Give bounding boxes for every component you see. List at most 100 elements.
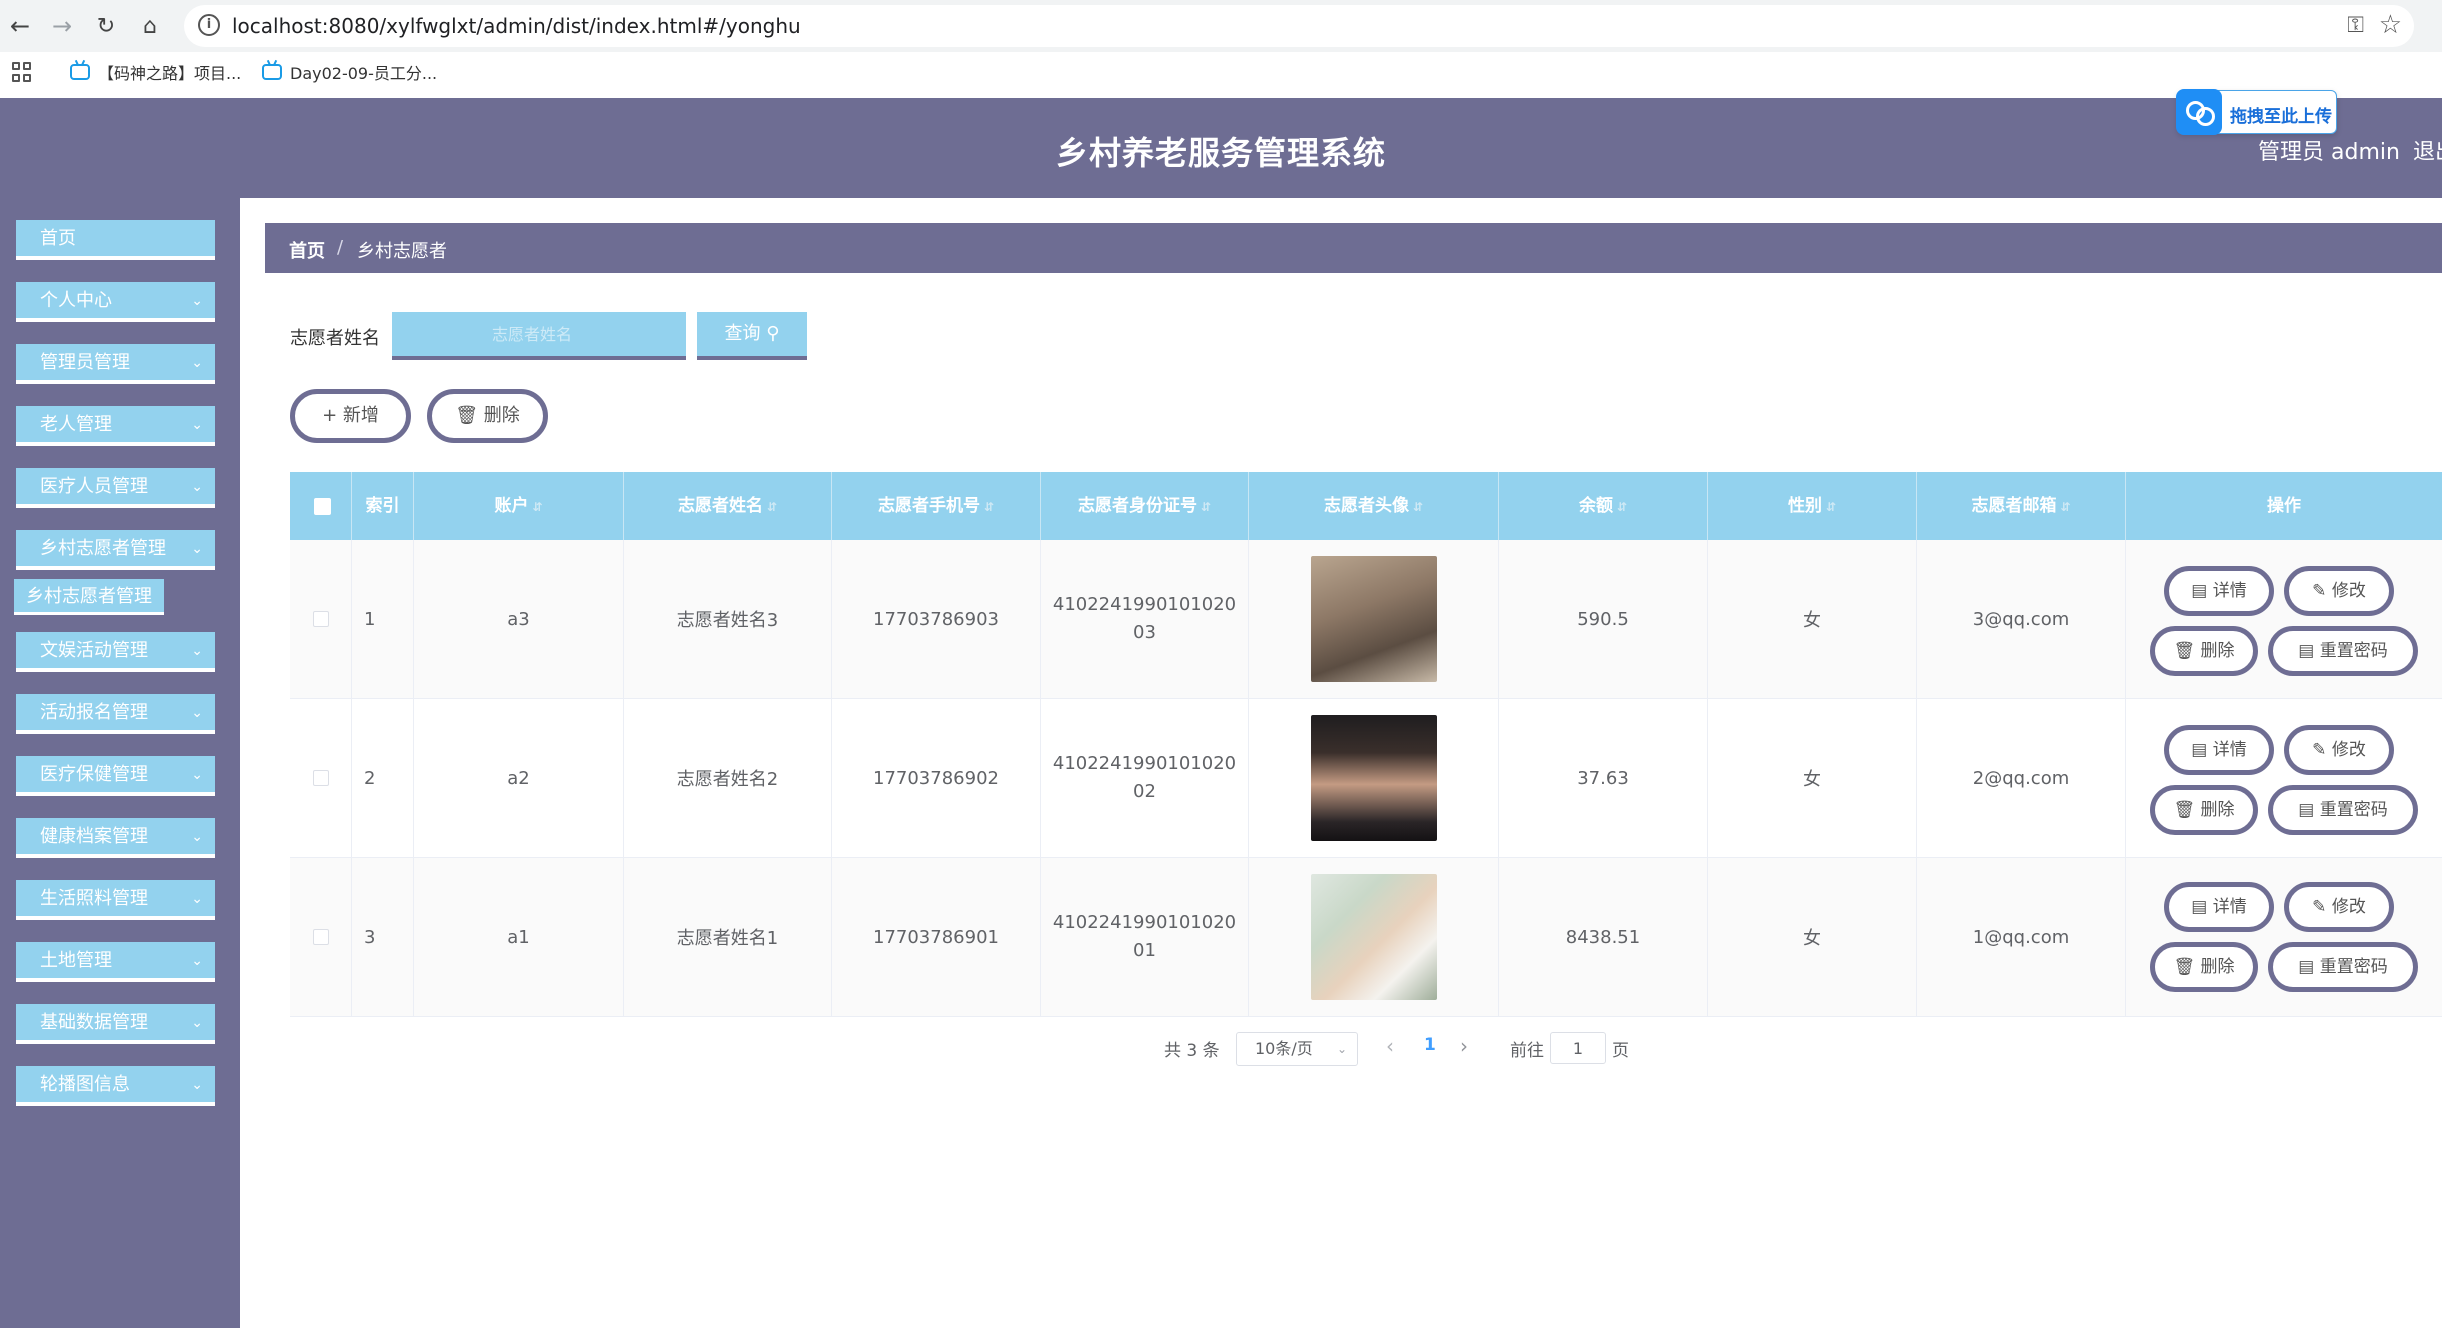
sidebar-item-land[interactable]: 土地管理 ⌄	[16, 942, 215, 982]
sort-icon[interactable]: ⇵	[984, 500, 994, 514]
document-icon: ▤	[2298, 957, 2315, 977]
add-button[interactable]: + 新增	[290, 389, 411, 443]
delete-button[interactable]: 🗑 删除	[427, 389, 548, 443]
bilibili-icon	[70, 64, 90, 80]
cell-id-card: 410224199010102003	[1041, 540, 1249, 698]
detail-button[interactable]: ▤ 详情	[2164, 725, 2274, 775]
sidebar-item-registrations[interactable]: 活动报名管理 ⌄	[16, 694, 215, 734]
sidebar-item-elders[interactable]: 老人管理 ⌄	[16, 406, 215, 446]
column-header[interactable]: 余额 ⇵	[1499, 472, 1708, 540]
cell-avatar	[1249, 699, 1499, 857]
sidebar-item-volunteers[interactable]: 乡村志愿者管理 ⌄	[16, 530, 215, 570]
apps-grid-icon[interactable]	[12, 62, 32, 82]
column-header[interactable]: 志愿者邮箱 ⇵	[1917, 472, 2126, 540]
back-icon[interactable]: ←	[2, 8, 38, 44]
address-bar[interactable]: i localhost:8080/xylfwglxt/admin/dist/in…	[184, 5, 2414, 47]
sidebar-item-activities[interactable]: 文娱活动管理 ⌄	[16, 632, 215, 672]
sidebar-item-label: 活动报名管理	[40, 702, 148, 723]
key-icon[interactable]: ⚿	[2347, 13, 2364, 38]
cell-email: 3@qq.com	[1917, 540, 2126, 698]
next-page-icon[interactable]: ›	[1460, 1034, 1468, 1058]
sidebar-item-home[interactable]: 首页	[16, 220, 215, 260]
search-button[interactable]: 查询 ⚲	[697, 312, 807, 360]
row-select[interactable]	[290, 699, 352, 857]
id-card-text: 410224199010102003	[1052, 594, 1237, 643]
bookmark-item-1[interactable]: 【码神之路】项目...	[70, 60, 241, 84]
sidebar-item-base-data[interactable]: 基础数据管理 ⌄	[16, 1004, 215, 1044]
trash-icon: 🗑	[455, 405, 479, 426]
chevron-down-icon: ⌄	[191, 829, 203, 845]
site-info-icon[interactable]: i	[198, 14, 220, 36]
row-checkbox[interactable]	[312, 611, 329, 627]
row-select[interactable]	[290, 858, 352, 1016]
add-button-label: 新增	[342, 405, 379, 426]
column-header[interactable]: 志愿者头像 ⇵	[1249, 472, 1499, 540]
row-delete-button[interactable]: 🗑 删除	[2150, 942, 2258, 992]
forward-icon[interactable]: →	[44, 8, 80, 44]
sort-icon[interactable]: ⇵	[532, 500, 542, 514]
upload-drop-badge[interactable]: 拖拽至此上传	[2176, 89, 2337, 135]
home-icon[interactable]: ⌂	[132, 8, 168, 44]
row-delete-button[interactable]: 🗑 删除	[2150, 785, 2258, 835]
goto-page-input[interactable]	[1550, 1032, 1606, 1064]
sidebar-item-life-care[interactable]: 生活照料管理 ⌄	[16, 880, 215, 920]
goto-label: 前往	[1510, 1041, 1544, 1061]
logout-link[interactable]: 退出	[2413, 134, 2442, 166]
sidebar-item-healthcare[interactable]: 医疗保健管理 ⌄	[16, 756, 215, 796]
reset-password-button[interactable]: ▤ 重置密码	[2268, 942, 2418, 992]
app-header: 乡村养老服务管理系统 管理员 admin 退出	[0, 98, 2442, 198]
cell-balance: 37.63	[1499, 699, 1708, 857]
cell-actions: ▤ 详情 ✎ 修改 🗑 删除 ▤ 重置密码	[2126, 699, 2426, 857]
page-size-value: 10条/页	[1255, 1039, 1313, 1058]
cell-actions: ▤ 详情 ✎ 修改 🗑 删除 ▤ 重置密码	[2126, 540, 2426, 698]
select-all-checkbox[interactable]	[314, 498, 331, 515]
edit-button[interactable]: ✎ 修改	[2284, 566, 2394, 616]
goto-unit-label: 页	[1612, 1041, 1629, 1061]
sidebar-item-profile[interactable]: 个人中心 ⌄	[16, 282, 215, 322]
bookmark-item-2[interactable]: Day02-09-员工分...	[262, 60, 437, 84]
bookmark-star-icon[interactable]: ☆	[2379, 10, 2402, 40]
row-checkbox[interactable]	[312, 770, 329, 786]
detail-button[interactable]: ▤ 详情	[2164, 882, 2274, 932]
column-header[interactable]: 志愿者身份证号 ⇵	[1041, 472, 1249, 540]
edit-button[interactable]: ✎ 修改	[2284, 882, 2394, 932]
sort-icon[interactable]: ⇵	[2060, 500, 2070, 514]
sort-icon[interactable]: ⇵	[1413, 500, 1423, 514]
cell-gender: 女	[1708, 540, 1917, 698]
sidebar-subitem-volunteers[interactable]: 乡村志愿者管理	[14, 579, 164, 615]
cell-name: 志愿者姓名2	[624, 699, 832, 857]
sidebar-item-admins[interactable]: 管理员管理 ⌄	[16, 344, 215, 384]
reload-icon[interactable]: ↻	[88, 8, 124, 44]
pencil-icon: ✎	[2312, 581, 2327, 601]
row-select[interactable]	[290, 540, 352, 698]
column-header[interactable]: 性别 ⇵	[1708, 472, 1917, 540]
sidebar-item-medical-staff[interactable]: 医疗人员管理 ⌄	[16, 468, 215, 508]
row-delete-button[interactable]: 🗑 删除	[2150, 626, 2258, 676]
prev-page-icon[interactable]: ‹	[1386, 1034, 1394, 1058]
page-number-current[interactable]: 1	[1424, 1035, 1436, 1055]
detail-button[interactable]: ▤ 详情	[2164, 566, 2274, 616]
sort-icon[interactable]: ⇵	[767, 500, 777, 514]
column-header: 操作	[2267, 496, 2301, 516]
sort-icon[interactable]: ⇵	[1201, 500, 1211, 514]
row-checkbox[interactable]	[312, 929, 329, 945]
search-input[interactable]	[392, 312, 686, 360]
column-header[interactable]: 账户 ⇵	[414, 472, 624, 540]
reset-password-button[interactable]: ▤ 重置密码	[2268, 626, 2418, 676]
column-header[interactable]: 志愿者姓名 ⇵	[624, 472, 832, 540]
url-text[interactable]: localhost:8080/xylfwglxt/admin/dist/inde…	[232, 14, 801, 38]
sidebar-item-carousel[interactable]: 轮播图信息 ⌄	[16, 1066, 215, 1106]
sort-icon[interactable]: ⇵	[1826, 500, 1836, 514]
cell-name: 志愿者姓名3	[624, 540, 832, 698]
cloud-upload-icon	[2176, 89, 2222, 135]
sidebar-item-health-records[interactable]: 健康档案管理 ⌄	[16, 818, 215, 858]
document-icon: ▤	[2191, 897, 2208, 917]
page-size-select[interactable]: 10条/页 ⌄	[1236, 1032, 1358, 1066]
cell-id-card: 410224199010102001	[1041, 858, 1249, 1016]
reset-password-button[interactable]: ▤ 重置密码	[2268, 785, 2418, 835]
breadcrumb-home[interactable]: 首页	[289, 237, 325, 263]
edit-button[interactable]: ✎ 修改	[2284, 725, 2394, 775]
header-select-all[interactable]	[290, 472, 352, 540]
sort-icon[interactable]: ⇵	[1617, 500, 1627, 514]
column-header[interactable]: 志愿者手机号 ⇵	[832, 472, 1041, 540]
